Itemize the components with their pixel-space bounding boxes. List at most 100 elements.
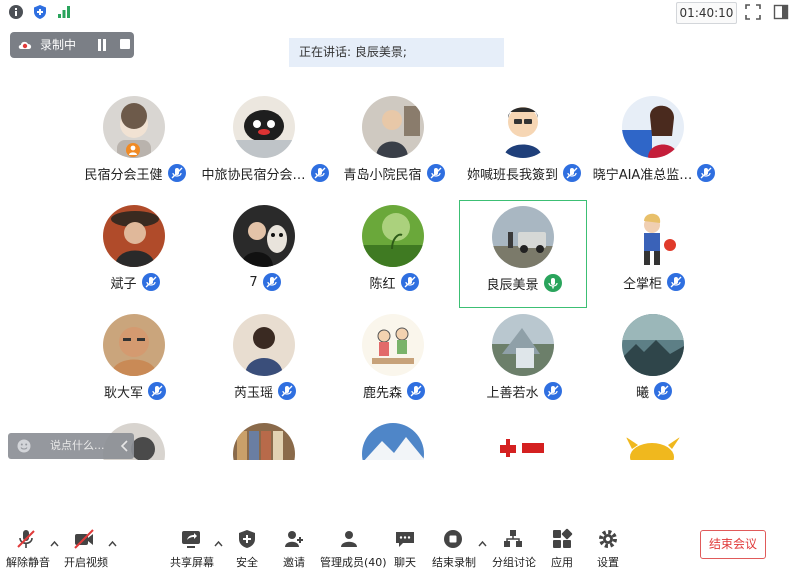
avatar (362, 314, 424, 376)
participant-tile[interactable]: 陈红 (330, 200, 458, 308)
start-video-button[interactable]: 开启视频 (64, 528, 108, 570)
mic-muted-icon (400, 273, 419, 291)
share-label: 共享屏幕 (170, 556, 214, 569)
invite-label: 邀请 (283, 556, 305, 569)
participant-tile[interactable]: 中旅协民宿分会… (201, 91, 329, 199)
avatar (622, 423, 684, 460)
avatar (622, 314, 684, 376)
mic-muted-icon (278, 382, 296, 400)
end-meeting-button[interactable]: 结束会议 (700, 530, 766, 559)
participant-name: 民宿分会王健 (84, 167, 163, 183)
gear-icon (599, 530, 617, 548)
breakout-icon (504, 530, 522, 547)
bottom-toolbar: 解除静音 开启视频 共享屏幕 安全 邀请 管理成员(40) 聊天 结束录制 分组… (0, 520, 799, 571)
video-label: 开启视频 (64, 556, 108, 569)
chat-button[interactable]: 聊天 (392, 528, 418, 570)
share-screen-icon (182, 531, 200, 548)
participant-tile-active[interactable]: 良辰美景 (459, 200, 587, 308)
participant-name: 7 (249, 274, 258, 290)
members-icon (341, 531, 357, 547)
participant-tile[interactable]: 晓宁AIA准总监… (590, 91, 718, 199)
participant-name: 上善若水 (486, 385, 539, 401)
host-badge-icon (126, 143, 140, 157)
participant-tile[interactable]: 斌子 (71, 200, 199, 308)
settings-label: 设置 (597, 556, 619, 569)
security-label: 安全 (236, 556, 258, 569)
breakout-label: 分组讨论 (492, 556, 536, 569)
avatar (622, 96, 684, 158)
participant-tile[interactable]: 耿大军 (71, 309, 199, 417)
chat-label: 聊天 (394, 556, 416, 569)
participant-tile[interactable]: 民宿分会王健 (71, 91, 199, 199)
participant-tile[interactable] (330, 418, 458, 460)
avatar (233, 96, 295, 158)
participant-tile[interactable]: 上善若水 (460, 309, 588, 417)
mic-muted-icon (563, 164, 581, 182)
chevron-up-icon[interactable] (50, 540, 59, 547)
avatar (492, 423, 554, 460)
participant-tile[interactable] (201, 418, 329, 460)
mic-muted-icon (667, 273, 685, 291)
avatar (362, 423, 424, 460)
stop-record-icon (444, 530, 462, 548)
avatar (492, 206, 554, 268)
emoji-icon[interactable] (17, 439, 31, 453)
participant-tile[interactable]: 芮玉瑶 (201, 309, 329, 417)
mic-off-icon (17, 530, 35, 548)
end-record-label: 结束录制 (432, 556, 476, 569)
chevron-up-icon[interactable] (108, 540, 117, 547)
mic-muted-icon (141, 273, 160, 291)
chat-input[interactable]: 说点什么... (8, 433, 134, 459)
mic-muted-icon (407, 382, 425, 400)
share-screen-button[interactable]: 共享屏幕 (170, 528, 214, 570)
unmute-button[interactable]: 解除静音 (6, 528, 50, 570)
participant-name: 鹿先森 (362, 385, 402, 401)
avatar (103, 205, 165, 267)
participant-tile[interactable]: 7 (201, 200, 329, 308)
mic-speaking-icon (543, 274, 562, 292)
participant-name: 妳喊班長我簽到 (466, 167, 558, 183)
participant-grid: 民宿分会王健 中旅协民宿分会… 青岛小院民宿 妳喊班長我簽到 晓宁AIA准总监…… (0, 0, 799, 460)
members-label: 管理成员(40) (320, 556, 387, 569)
participant-tile[interactable]: 妳喊班長我簽到 (460, 91, 588, 199)
participant-name: 中旅协民宿分会… (201, 167, 306, 183)
participant-name: 青岛小院民宿 (343, 167, 422, 183)
breakout-rooms-button[interactable]: 分组讨论 (492, 528, 536, 570)
apps-button[interactable]: 应用 (550, 528, 574, 570)
chevron-left-icon[interactable] (120, 440, 130, 452)
participant-tile[interactable] (460, 418, 588, 460)
mic-muted-icon (543, 382, 562, 400)
participant-tile[interactable]: 仝掌柜 (590, 200, 718, 308)
security-button[interactable]: 安全 (232, 528, 262, 570)
avatar (233, 423, 295, 460)
participant-name: 斌子 (110, 276, 137, 292)
avatar (103, 314, 165, 376)
mic-muted-icon (310, 164, 329, 182)
participant-name: 曦 (635, 385, 649, 401)
avatar (492, 96, 554, 158)
mic-muted-icon (262, 273, 281, 291)
participant-tile[interactable]: 鹿先森 (330, 309, 458, 417)
chevron-up-icon[interactable] (214, 540, 223, 547)
camera-off-icon (74, 529, 94, 549)
manage-members-button[interactable]: 管理成员(40) (320, 528, 387, 570)
apps-label: 应用 (551, 556, 573, 569)
chevron-up-icon[interactable] (478, 540, 487, 547)
shield-icon (239, 530, 255, 548)
mic-muted-icon (426, 164, 445, 182)
add-user-icon (285, 531, 303, 547)
participant-tile[interactable]: 青岛小院民宿 (330, 91, 458, 199)
participant-name: 仝掌柜 (622, 276, 662, 292)
settings-button[interactable]: 设置 (596, 528, 620, 570)
mic-muted-icon (654, 382, 672, 400)
mic-muted-icon (697, 164, 716, 182)
avatar (362, 205, 424, 267)
participant-name: 芮玉瑶 (233, 385, 273, 401)
mic-muted-icon (148, 382, 166, 400)
end-recording-button[interactable]: 结束录制 (432, 528, 476, 570)
participant-name: 陈红 (369, 276, 396, 292)
apps-icon (553, 528, 573, 548)
participant-tile[interactable]: 曦 (590, 309, 718, 417)
participant-tile[interactable] (590, 418, 718, 460)
invite-button[interactable]: 邀请 (280, 528, 308, 570)
